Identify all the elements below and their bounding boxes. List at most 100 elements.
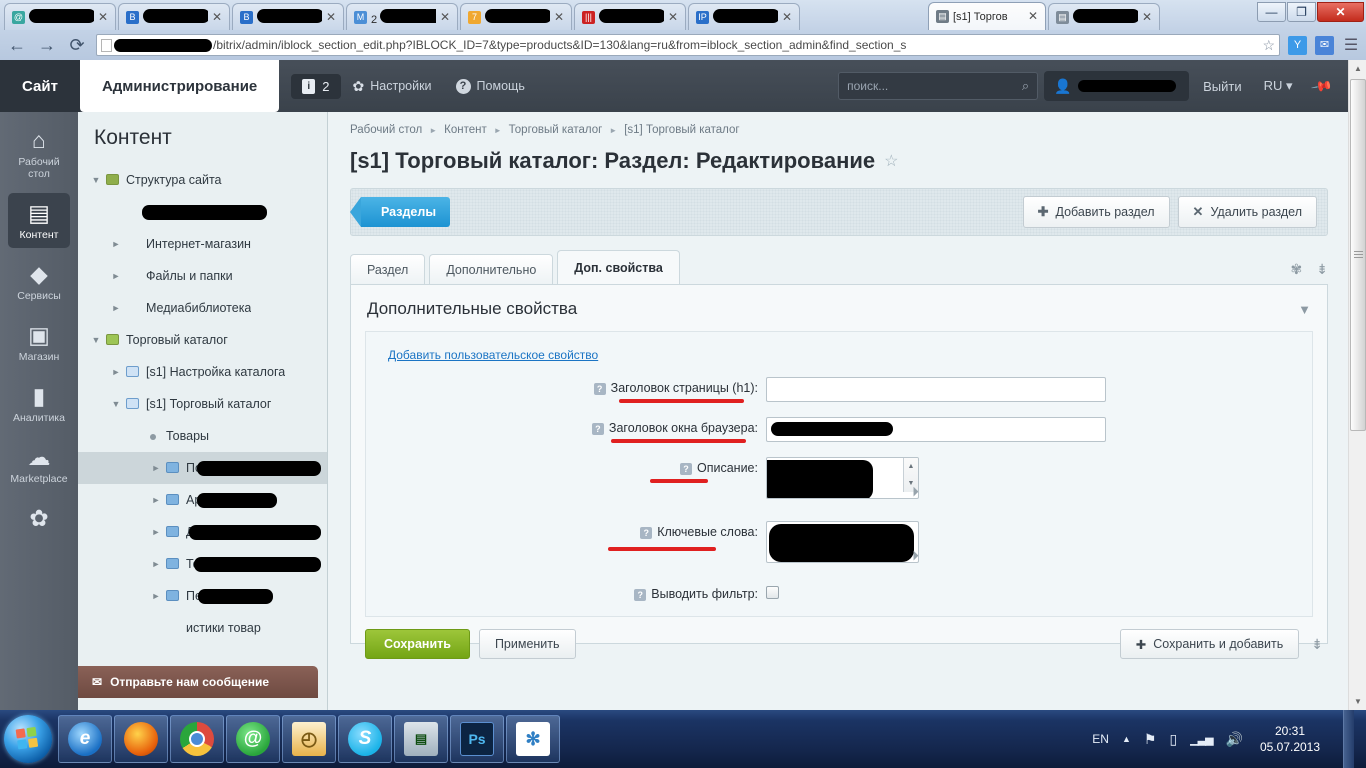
tab-close-icon[interactable]: ✕	[1028, 10, 1039, 22]
help-button[interactable]: ? Помощь	[444, 71, 537, 101]
chevron-down-icon[interactable]: ▼	[1298, 302, 1311, 317]
breadcrumb-item[interactable]: Торговый каталог	[509, 124, 603, 136]
tab-close-icon[interactable]: ✕	[326, 11, 337, 23]
scroll-down-icon[interactable]: ▼	[1349, 693, 1366, 710]
text-input[interactable]	[766, 377, 1106, 402]
chevron-right-icon[interactable]: ►	[108, 271, 124, 281]
tab-close-icon[interactable]: ✕	[212, 11, 223, 23]
tree-node[interactable]: ► Пе	[78, 580, 327, 612]
start-button[interactable]	[4, 715, 52, 763]
rail-item-marketplace[interactable]: ☁ Marketplace	[8, 437, 70, 492]
scrollbar-thumb[interactable]	[1350, 79, 1366, 431]
back-icon[interactable]: ←	[6, 35, 28, 56]
network-icon[interactable]: ⚑	[1144, 731, 1157, 748]
chat-widget[interactable]: ✉ Отправьте нам сообщение	[78, 666, 318, 698]
topbar-tab-site[interactable]: Сайт	[0, 60, 80, 112]
tab-close-icon[interactable]: ✕	[98, 11, 109, 23]
help-icon[interactable]: ?	[593, 383, 606, 395]
taskbar-button-mozilla-firefox[interactable]	[114, 715, 168, 763]
taskbar-button-internet-explorer[interactable]: e	[58, 715, 112, 763]
tab-close-icon[interactable]: ✕	[668, 11, 679, 23]
taskbar-buttons[interactable]: e @ ◴ S ▤ Ps ✻	[58, 715, 562, 763]
minimize-button[interactable]: —	[1257, 2, 1286, 22]
rail-item-контент[interactable]: ▤ Контент	[8, 193, 70, 249]
pin-icon[interactable]: 📌	[1304, 71, 1338, 102]
textarea-input[interactable]: ▲ ▼ ◢	[766, 457, 919, 499]
tab-close-icon[interactable]: ✕	[440, 11, 451, 23]
save-and-add-button[interactable]: ✚ Сохранить и добавить	[1119, 629, 1300, 659]
close-button[interactable]: ✕	[1317, 2, 1364, 22]
browser-tab[interactable]: M2 ✕	[346, 3, 458, 30]
search-input[interactable]: поиск... ⌕	[838, 72, 1039, 100]
tree-node[interactable]: ▼ Структура сайта	[78, 164, 327, 196]
chevron-right-icon[interactable]: ►	[148, 591, 164, 601]
chevron-right-icon[interactable]: ►	[148, 559, 164, 569]
form-tab-дополнительно[interactable]: Дополнительно	[429, 254, 554, 284]
form-tab-раздел[interactable]: Раздел	[350, 254, 426, 284]
browser-tab[interactable]: @ ✕	[4, 3, 116, 30]
volume-icon[interactable]: 🔊	[1226, 731, 1243, 748]
tab-close-icon[interactable]: ✕	[554, 11, 565, 23]
logout-link[interactable]: Выйти	[1195, 79, 1250, 94]
tree-node[interactable]: ► Ар	[78, 484, 327, 516]
sections-flag-button[interactable]: Разделы	[350, 197, 450, 227]
gear-icon[interactable]: ✾	[1291, 261, 1303, 278]
add-section-button[interactable]: ✚ Добавить раздел	[1022, 196, 1170, 228]
delete-section-button[interactable]: ✕ Удалить раздел	[1177, 196, 1317, 228]
breadcrumb-item[interactable]: [s1] Торговый каталог	[624, 124, 739, 136]
chevron-right-icon[interactable]: ►	[148, 527, 164, 537]
pin-icon[interactable]: ⇟	[1316, 261, 1328, 278]
chevron-right-icon[interactable]: ►	[108, 239, 124, 249]
tree-node[interactable]: ► Интернет-магазин	[78, 228, 327, 260]
pin-icon[interactable]: ⇟	[1311, 636, 1323, 653]
mail-extension-icon[interactable]: ✉	[1315, 35, 1334, 55]
filter-checkbox[interactable]	[766, 586, 779, 599]
browser-tab[interactable]: ||| ✕	[574, 3, 686, 30]
taskbar-button-adobe-photoshop[interactable]: Ps	[450, 715, 504, 763]
textarea-input[interactable]: ◢	[766, 521, 919, 563]
tree-node[interactable]: ►Д	[78, 516, 327, 548]
taskbar-button-outlook-calendar[interactable]: ◴	[282, 715, 336, 763]
browser-tab[interactable]: 7 ✕	[460, 3, 572, 30]
chevron-right-icon[interactable]: ►	[108, 303, 124, 313]
browser-tab[interactable]: B ✕	[232, 3, 344, 30]
language-selector[interactable]: RU ▾	[1256, 78, 1301, 94]
breadcrumb-item[interactable]: Контент	[444, 124, 487, 136]
signal-icon[interactable]: ▁▃▅	[1190, 733, 1213, 746]
topbar-tab-administration[interactable]: Администрирование	[79, 60, 280, 112]
tree-node[interactable]	[78, 196, 327, 228]
chevron-right-icon[interactable]: ►	[148, 495, 164, 505]
show-hidden-icons-icon[interactable]: ▲	[1122, 734, 1131, 744]
help-icon[interactable]: ?	[680, 463, 692, 475]
taskbar-button-the-bat-mail[interactable]: @	[226, 715, 280, 763]
spinner-up-icon[interactable]: ▲	[908, 463, 915, 470]
battery-icon[interactable]: ▯	[1169, 731, 1177, 748]
yandex-extension-icon[interactable]: Y	[1288, 35, 1307, 55]
tree-node[interactable]: ►То	[78, 548, 327, 580]
tree-node[interactable]: ► Медиабиблиотека	[78, 292, 327, 324]
browser-tab[interactable]: B ✕	[118, 3, 230, 30]
chevron-right-icon[interactable]: ►	[148, 463, 164, 473]
chevron-right-icon[interactable]: ►	[108, 367, 124, 377]
search-icon[interactable]: ⌕	[1022, 78, 1029, 94]
rail-item-рабочий-стол[interactable]: ⌂ Рабочий стол	[8, 120, 70, 187]
browser-tab[interactable]: IP ✕	[688, 3, 800, 30]
user-chip[interactable]: 👤	[1044, 71, 1190, 101]
browser-tab[interactable]: ▤ ✕	[1048, 3, 1160, 30]
browser-tab[interactable]: ▤ [s1] Торгов ✕	[928, 2, 1046, 30]
rail-item-магазин[interactable]: ▣ Магазин	[8, 315, 70, 370]
taskbar-button-google-chrome[interactable]	[170, 715, 224, 763]
tree-node[interactable]: Товары	[78, 420, 327, 452]
breadcrumb-item[interactable]: Рабочий стол	[350, 124, 422, 136]
tab-close-icon[interactable]: ✕	[1142, 11, 1153, 23]
left-icon-rail[interactable]: ⌂ Рабочий стол ▤ Контент ◆ Сервисы ▣ Магазин ▮ Ан…	[0, 112, 78, 710]
rail-item-сервисы[interactable]: ◆ Сервисы	[8, 254, 70, 309]
tree-node[interactable]: ► [s1] Настройка каталога	[78, 356, 327, 388]
apply-button[interactable]: Применить	[478, 629, 576, 659]
add-user-property-link[interactable]: Добавить пользовательское свойство	[366, 348, 598, 362]
url-input[interactable]: /bitrix/admin/iblock_section_edit.php?IB…	[96, 34, 1280, 56]
help-icon[interactable]: ?	[640, 527, 653, 539]
restore-button[interactable]: ❐	[1287, 2, 1316, 22]
tree-node[interactable]: истики товар	[78, 612, 327, 644]
chevron-down-icon[interactable]: ▼	[88, 335, 104, 345]
